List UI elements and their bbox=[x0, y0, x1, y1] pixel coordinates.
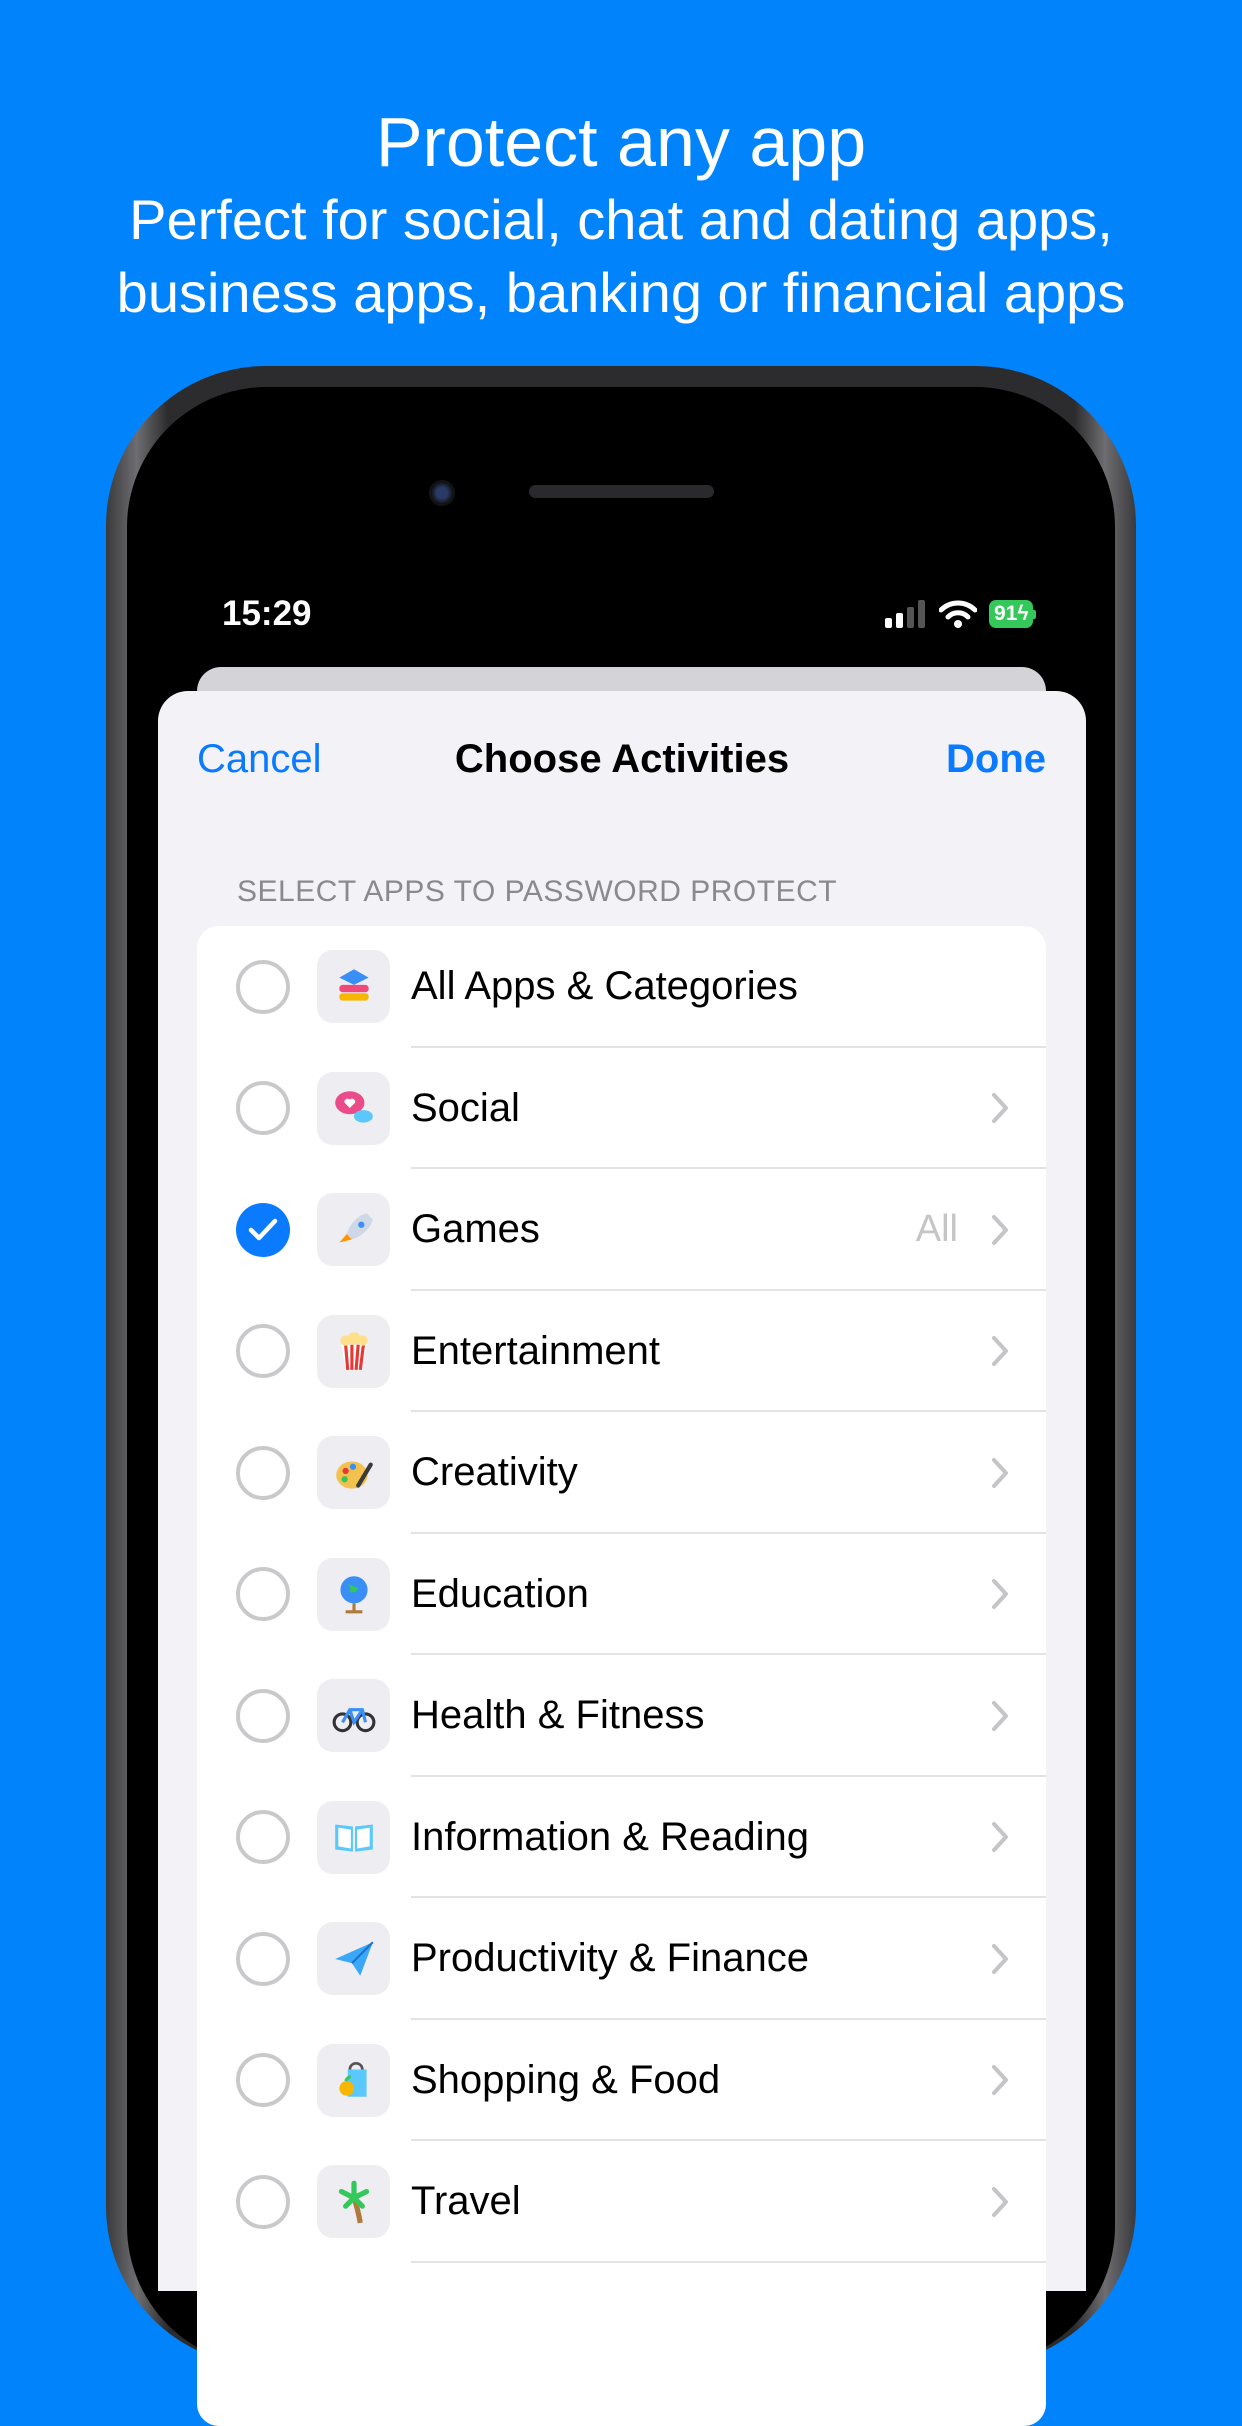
shopping-bag-icon bbox=[317, 2043, 390, 2117]
category-row-games[interactable]: Games All bbox=[197, 1169, 1046, 1291]
cancel-button[interactable]: Cancel bbox=[197, 737, 322, 782]
category-label: Social bbox=[411, 1085, 520, 1130]
category-row-productivity-finance[interactable]: Productivity & Finance bbox=[197, 1898, 1046, 2020]
category-list: All Apps & Categories Social Games All Enter… bbox=[197, 926, 1046, 2426]
category-label: Information & Reading bbox=[411, 1814, 810, 1859]
category-label: Creativity bbox=[411, 1450, 578, 1495]
unchecked-circle-icon[interactable] bbox=[236, 1324, 290, 1379]
bicycle-icon bbox=[317, 1679, 390, 1753]
category-label: Productivity & Finance bbox=[411, 1936, 809, 1981]
category-row-entertainment[interactable]: Entertainment bbox=[197, 1291, 1046, 1412]
speaker-grille bbox=[529, 485, 714, 498]
promo-subtitle-line-1: Perfect for social, chat and dating apps… bbox=[129, 188, 1113, 251]
unchecked-circle-icon[interactable] bbox=[236, 2053, 290, 2108]
promo-subtitle-line-2: business apps, banking or financial apps bbox=[116, 261, 1126, 324]
unchecked-circle-icon[interactable] bbox=[236, 1567, 290, 1622]
chevron-right-icon[interactable] bbox=[990, 1091, 1010, 1125]
choose-activities-sheet: Choose Activities Cancel Done SELECT APP… bbox=[158, 691, 1086, 2426]
cellular-signal-icon bbox=[885, 600, 925, 628]
paper-plane-icon bbox=[317, 1922, 390, 1996]
unchecked-circle-icon[interactable] bbox=[236, 1688, 290, 1743]
palm-tree-icon bbox=[317, 2165, 390, 2239]
speech-bubbles-heart-icon bbox=[317, 1071, 390, 1145]
unchecked-circle-icon[interactable] bbox=[236, 1445, 290, 1500]
row-divider bbox=[411, 2260, 1046, 2263]
charging-bolt-icon: ϟ bbox=[1017, 602, 1029, 625]
book-icon bbox=[317, 1800, 390, 1874]
unchecked-circle-icon[interactable] bbox=[236, 1081, 290, 1136]
category-row-shopping-food[interactable]: Shopping & Food bbox=[197, 2020, 1046, 2141]
palette-icon bbox=[317, 1436, 390, 1510]
chevron-right-icon[interactable] bbox=[990, 1334, 1010, 1368]
unchecked-circle-icon[interactable] bbox=[236, 959, 290, 1014]
category-label: Health & Fitness bbox=[411, 1693, 705, 1738]
unchecked-circle-icon[interactable] bbox=[236, 2174, 290, 2229]
category-label: Games bbox=[411, 1207, 540, 1252]
rocket-icon bbox=[317, 1193, 390, 1267]
popcorn-icon bbox=[317, 1314, 390, 1388]
unchecked-circle-icon[interactable] bbox=[236, 1931, 290, 1986]
category-row-health-fitness[interactable]: Health & Fitness bbox=[197, 1655, 1046, 1777]
camera-icon bbox=[429, 480, 455, 506]
category-row-information-reading[interactable]: Information & Reading bbox=[197, 1777, 1046, 1898]
category-label: All Apps & Categories bbox=[411, 964, 798, 1009]
chevron-right-icon[interactable] bbox=[990, 1820, 1010, 1854]
chevron-right-icon[interactable] bbox=[990, 1577, 1010, 1611]
category-row-education[interactable]: Education bbox=[197, 1534, 1046, 1655]
unchecked-circle-icon[interactable] bbox=[236, 1810, 290, 1865]
category-label: Shopping & Food bbox=[411, 2057, 721, 2102]
battery-percent: 91 bbox=[994, 602, 1018, 625]
category-row-travel[interactable]: Travel bbox=[197, 2141, 1046, 2263]
status-icons: 91ϟ bbox=[885, 600, 1037, 628]
promo-title: Protect any app bbox=[375, 103, 867, 181]
category-row-social[interactable]: Social bbox=[197, 1048, 1046, 1169]
category-label: Entertainment bbox=[411, 1328, 661, 1373]
chevron-right-icon[interactable] bbox=[990, 2063, 1010, 2097]
wifi-icon bbox=[939, 600, 977, 628]
chevron-right-icon[interactable] bbox=[990, 1456, 1010, 1490]
stack-icon bbox=[317, 950, 390, 1024]
chevron-right-icon[interactable] bbox=[990, 1699, 1010, 1733]
category-label: Travel bbox=[411, 2179, 521, 2224]
category-row-creativity[interactable]: Creativity bbox=[197, 1412, 1046, 1534]
battery-cap bbox=[1033, 609, 1037, 619]
done-button[interactable]: Done bbox=[946, 737, 1046, 782]
category-detail: All bbox=[915, 1208, 958, 1251]
status-time: 15:29 bbox=[222, 594, 312, 633]
category-label: Education bbox=[411, 1571, 589, 1616]
chevron-right-icon[interactable] bbox=[990, 2185, 1010, 2219]
promo-subtitle: Perfect for social, chat and dating apps… bbox=[0, 183, 1242, 329]
battery-level: 91ϟ bbox=[989, 600, 1034, 628]
section-header: SELECT APPS TO PASSWORD PROTECT bbox=[237, 875, 838, 908]
checked-circle-icon[interactable] bbox=[236, 1202, 290, 1257]
chevron-right-icon[interactable] bbox=[990, 1213, 1010, 1247]
chevron-right-icon[interactable] bbox=[990, 1942, 1010, 1976]
category-row-all-apps-categories[interactable]: All Apps & Categories bbox=[197, 926, 1046, 1048]
globe-icon bbox=[317, 1557, 390, 1631]
